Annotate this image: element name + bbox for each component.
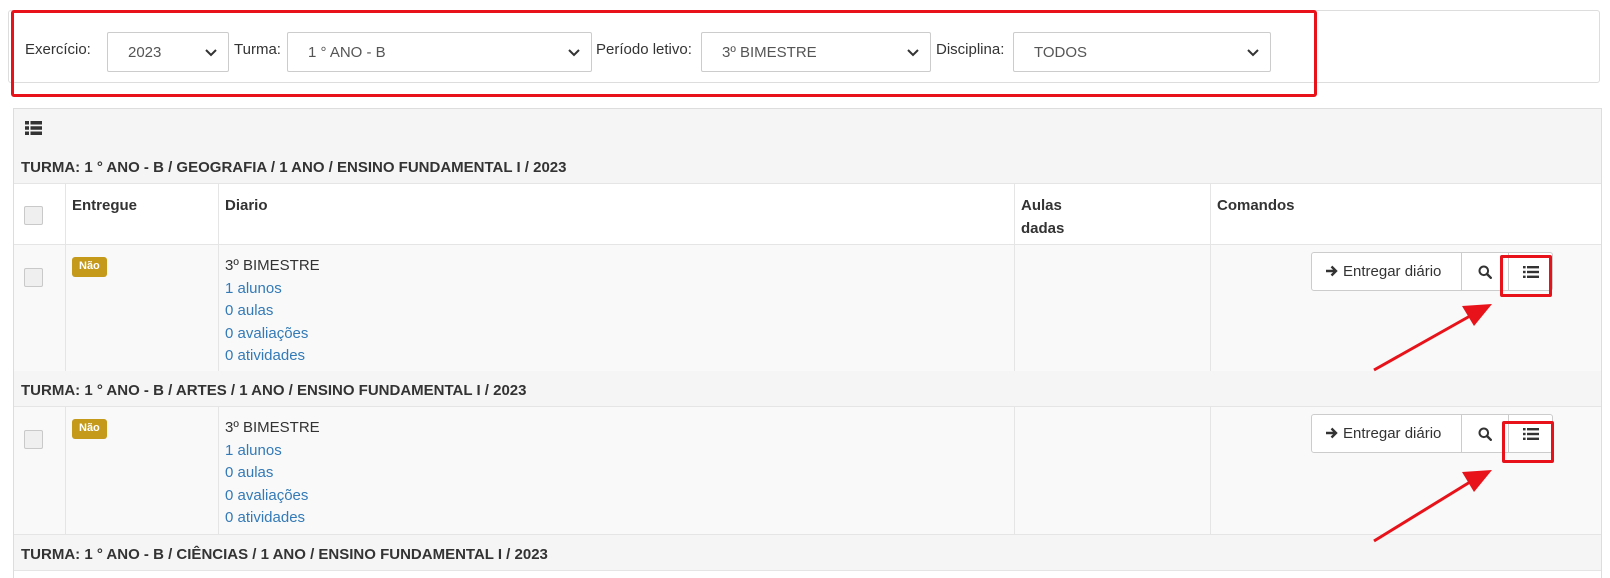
header-entregue: Entregue xyxy=(72,197,138,214)
filter-panel: Exercício: 2023 Turma: 1 ° ANO - B Perío… xyxy=(8,10,1600,83)
avaliacoes-link[interactable]: 0 avaliações xyxy=(225,323,320,346)
periodo-text: 3º BIMESTRE xyxy=(225,257,320,274)
table-header-row: Entregue Diario Aulas dadas Comandos xyxy=(14,184,1601,245)
entregar-diario-button[interactable]: Entregar diário xyxy=(1311,252,1462,291)
arrow-right-icon xyxy=(1326,265,1338,277)
disciplina-value: TODOS xyxy=(1034,44,1088,61)
atividades-link[interactable]: 0 atividades xyxy=(225,507,320,530)
disciplina-label: Disciplina: xyxy=(936,41,1005,58)
group-heading: TURMA: 1 ° ANO - B / CIÊNCIAS / 1 ANO / … xyxy=(14,535,1601,571)
group-heading: TURMA: 1 ° ANO - B / ARTES / 1 ANO / ENS… xyxy=(14,371,1601,407)
exercicio-label: Exercício: xyxy=(25,41,91,58)
periodo-label: Período letivo: xyxy=(596,41,692,58)
diario-cell: 3º BIMESTRE 1 alunos 0 aulas 0 avaliaçõe… xyxy=(225,255,320,368)
exercicio-select[interactable]: 2023 xyxy=(107,32,229,72)
chevron-down-icon xyxy=(1247,49,1259,57)
avaliacoes-link[interactable]: 0 avaliações xyxy=(225,485,320,508)
atividades-link[interactable]: 0 atividades xyxy=(225,345,320,368)
row-checkbox[interactable] xyxy=(24,268,43,287)
view-diario-button[interactable] xyxy=(1461,414,1509,453)
chevron-down-icon xyxy=(568,49,580,57)
chevron-down-icon xyxy=(907,49,919,57)
disciplina-select[interactable]: TODOS xyxy=(1013,32,1271,72)
exercicio-value: 2023 xyxy=(128,44,162,61)
search-icon xyxy=(1478,427,1492,441)
turma-value: 1 ° ANO - B xyxy=(308,44,386,61)
diario-options-button[interactable] xyxy=(1508,414,1553,453)
periodo-select[interactable]: 3º BIMESTRE xyxy=(701,32,931,72)
chevron-down-icon xyxy=(205,49,217,57)
entregar-diario-button[interactable]: Entregar diário xyxy=(1311,414,1462,453)
status-badge: Não xyxy=(72,257,107,277)
list-icon xyxy=(25,121,42,135)
arrow-right-icon xyxy=(1326,427,1338,439)
diario-cell: 3º BIMESTRE 1 alunos 0 aulas 0 avaliaçõe… xyxy=(225,417,320,530)
aulas-link[interactable]: 0 aulas xyxy=(225,300,320,323)
list-icon xyxy=(1522,265,1539,278)
table-row: Não 3º BIMESTRE 1 alunos 0 aulas 0 avali… xyxy=(14,245,1601,373)
aulas-link[interactable]: 0 aulas xyxy=(225,462,320,485)
periodo-value: 3º BIMESTRE xyxy=(722,44,817,61)
select-all-checkbox[interactable] xyxy=(24,206,43,225)
search-icon xyxy=(1478,265,1492,279)
alunos-link[interactable]: 1 alunos xyxy=(225,278,320,301)
entregar-diario-label: Entregar diário xyxy=(1343,425,1442,442)
turma-select[interactable]: 1 ° ANO - B xyxy=(287,32,592,72)
diario-options-button[interactable] xyxy=(1508,252,1553,291)
header-aulas-line1: Aulas xyxy=(1021,197,1062,214)
periodo-text: 3º BIMESTRE xyxy=(225,419,320,436)
table-row: Não 3º BIMESTRE 1 alunos 0 aulas 0 avali… xyxy=(14,407,1601,535)
panel-heading xyxy=(14,109,1601,151)
turma-label: Turma: xyxy=(234,41,281,58)
list-icon xyxy=(1522,427,1539,440)
entregar-diario-label: Entregar diário xyxy=(1343,263,1442,280)
group-heading: TURMA: 1 ° ANO - B / GEOGRAFIA / 1 ANO /… xyxy=(14,148,1601,184)
diario-list-panel: TURMA: 1 ° ANO - B / GEOGRAFIA / 1 ANO /… xyxy=(13,108,1602,578)
header-diario: Diario xyxy=(225,197,268,214)
header-comandos: Comandos xyxy=(1217,197,1295,214)
view-diario-button[interactable] xyxy=(1461,252,1509,291)
row-checkbox[interactable] xyxy=(24,430,43,449)
header-aulas-dadas: Aulas dadas xyxy=(1021,194,1064,240)
header-aulas-line2: dadas xyxy=(1021,220,1065,237)
status-badge: Não xyxy=(72,419,107,439)
alunos-link[interactable]: 1 alunos xyxy=(225,440,320,463)
